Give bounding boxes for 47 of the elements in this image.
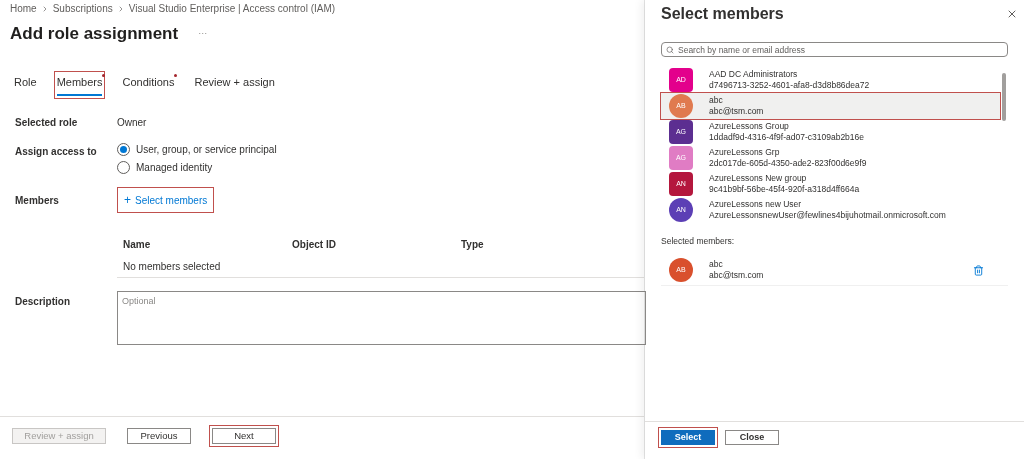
member-detail: 9c41b9bf-56be-45f4-920f-a318d4ff664a — [709, 184, 860, 195]
radio-label: User, group, or service principal — [136, 143, 277, 157]
select-members-button[interactable]: + Select members — [120, 190, 212, 210]
member-name: abc — [709, 259, 724, 271]
description-field[interactable]: Optional — [117, 291, 646, 345]
panel-button[interactable]: Close — [725, 430, 779, 445]
tab[interactable]: Conditions — [122, 73, 175, 96]
column-header: Type — [461, 237, 485, 252]
panel-button[interactable]: Select — [661, 430, 715, 445]
search-icon — [666, 46, 674, 54]
member-name: AAD DC Administrators — [709, 69, 799, 80]
breadcrumb-link[interactable]: Visual Studio Enterprise | Access control (IAM) — [128, 1, 336, 16]
column-header: Name — [123, 237, 152, 252]
field-label: Description — [15, 295, 71, 309]
radio-label: Managed identity — [136, 161, 213, 175]
section-label: Selected members: — [661, 235, 736, 248]
member-detail: 1ddadf9d-4316-4f9f-ad07-c3109ab2b16e — [709, 132, 865, 143]
field-label: Assign access to — [15, 145, 98, 159]
member-name: AzureLessons New group — [709, 173, 808, 184]
footer-button[interactable]: Next — [212, 427, 276, 444]
scrollbar-thumb[interactable] — [1002, 73, 1006, 121]
page-title: Add role assignment — [10, 23, 179, 45]
member-detail: abc@tsm.com — [709, 270, 765, 282]
member-detail: abc@tsm.com — [709, 106, 764, 117]
search-field[interactable]: Search by name or email address — [661, 42, 1008, 57]
close-icon[interactable] — [1006, 8, 1018, 20]
member-name: AzureLessons Grp — [709, 147, 781, 158]
member-detail: d7496713-3252-4601-afa8-d3d8b86dea72 — [709, 80, 870, 91]
member-detail: 2dc017de-605d-4350-ade2-823f00d6e9f9 — [709, 158, 867, 169]
breadcrumb-link[interactable]: Home — [10, 1, 37, 16]
role-value: Owner — [117, 115, 147, 130]
tab[interactable]: Members — [56, 73, 103, 96]
empty-message: No members selected — [123, 259, 221, 274]
more-button[interactable]: ··· — [198, 27, 208, 41]
footer-button[interactable]: Previous — [127, 427, 191, 444]
panel-title: Select members — [661, 4, 784, 24]
member-name: AzureLessons new User — [709, 199, 803, 210]
delete-icon[interactable] — [973, 264, 984, 276]
tab[interactable]: Role — [14, 73, 37, 96]
tab[interactable]: Review + assign — [194, 73, 275, 96]
field-label: Selected role — [15, 115, 79, 130]
column-header: Object ID — [292, 237, 337, 252]
field-label: Members — [15, 193, 60, 208]
member-detail: AzureLessonsnewUser@fewlines4bijuhotmail.onmicrosoft.com — [709, 210, 946, 221]
breadcrumb-link[interactable]: Subscriptions — [52, 1, 113, 16]
member-name: abc — [709, 95, 724, 106]
member-name: AzureLessons Group — [709, 121, 790, 132]
